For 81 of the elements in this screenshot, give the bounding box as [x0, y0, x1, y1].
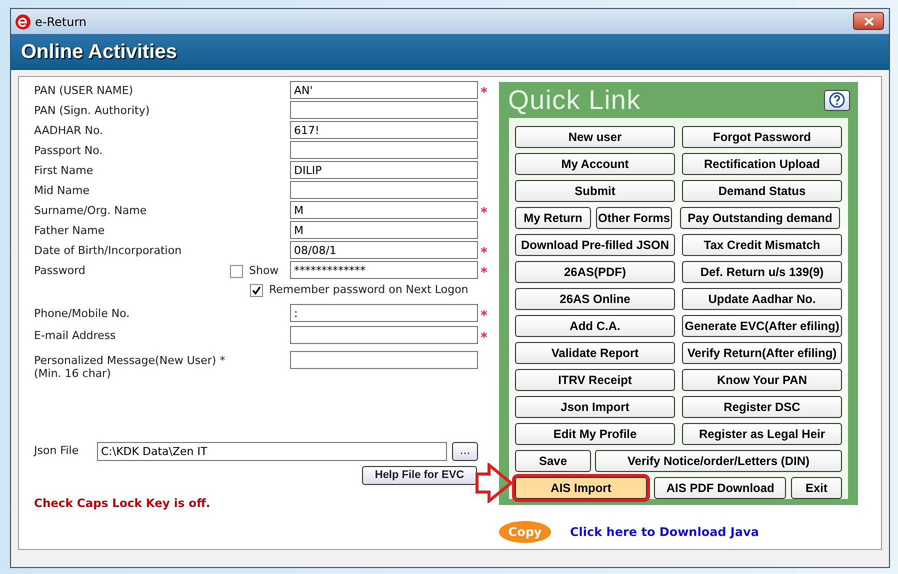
arrow-drawing: [475, 463, 513, 503]
quick-link-button[interactable]: Know Your PAN: [682, 369, 842, 391]
quick-link-button[interactable]: Other Forms: [596, 207, 672, 229]
close-icon: [864, 16, 874, 26]
quick-link-button[interactable]: 26AS(PDF): [515, 261, 675, 283]
quick-link-button[interactable]: Def. Return u/s 139(9): [682, 261, 842, 283]
field-label: PAN (USER NAME): [34, 83, 134, 97]
help-file-button[interactable]: Help File for EVC: [362, 466, 477, 485]
text-field[interactable]: [290, 326, 478, 344]
quick-link-button[interactable]: Register DSC: [682, 396, 842, 418]
quick-link-button[interactable]: 26AS Online: [515, 288, 675, 310]
caps-lock-message: Check Caps Lock Key is off.: [34, 495, 212, 512]
quick-link-button[interactable]: ITRV Receipt: [515, 369, 675, 391]
field-label: Surname/Org. Name: [34, 203, 148, 217]
required-icon: [481, 247, 487, 253]
field-label: Json File: [34, 442, 80, 459]
required-icon: [481, 267, 487, 273]
quick-link-button[interactable]: Verify Return(After efiling): [682, 342, 842, 364]
text-field[interactable]: 617!: [290, 121, 478, 139]
field-label: PAN (Sign. Authority): [34, 103, 151, 117]
text-field[interactable]: AN': [290, 81, 478, 99]
field-label: Father Name: [34, 223, 106, 237]
help-icon: [829, 92, 845, 108]
required-icon: [481, 332, 487, 338]
field-label: Personalized Message(New User) *(Min. 16 char): [34, 353, 226, 380]
browse-button[interactable]: ...: [452, 442, 478, 460]
quick-link-button[interactable]: Demand Status: [682, 180, 842, 202]
quick-link-button[interactable]: AIS Import: [515, 477, 647, 499]
quick-link-button[interactable]: Register as Legal Heir: [682, 423, 842, 445]
field-label: Mid Name: [34, 183, 90, 197]
field-label: Passport No.: [34, 143, 104, 157]
text-field[interactable]: 08/08/1: [290, 241, 478, 259]
quick-link-button[interactable]: Save: [515, 450, 591, 472]
quick-link-button[interactable]: Json Import: [515, 396, 675, 418]
help-button[interactable]: [824, 90, 850, 110]
quick-link-button[interactable]: Forgot Password: [682, 126, 842, 148]
quick-link-button[interactable]: Download Pre-filled JSON: [515, 234, 675, 256]
checkbox[interactable]: [250, 284, 263, 296]
text-field[interactable]: M: [290, 201, 478, 219]
field-label: AADHAR No.: [34, 123, 104, 137]
text-field[interactable]: :: [290, 304, 478, 322]
text-field[interactable]: DILIP: [290, 161, 478, 179]
quick-link-button[interactable]: New user: [515, 126, 675, 148]
panel-title: Quick Link: [508, 84, 641, 117]
quick-link-button[interactable]: Add C.A.: [515, 315, 675, 337]
quick-link-button[interactable]: Validate Report: [515, 342, 675, 364]
required-icon: [481, 207, 487, 213]
quick-link-button[interactable]: My Account: [515, 153, 675, 175]
text-field[interactable]: M: [290, 221, 478, 239]
quick-link-button[interactable]: Update Aadhar No.: [682, 288, 842, 310]
download-java-link[interactable]: Click here to Download Java: [570, 523, 759, 541]
quick-link-button[interactable]: Edit My Profile: [515, 423, 675, 445]
page-heading: Online Activities: [21, 40, 177, 65]
text-field[interactable]: [290, 141, 478, 159]
text-field[interactable]: [290, 101, 478, 119]
quick-link-button[interactable]: Rectification Upload: [682, 153, 842, 175]
quick-link-button[interactable]: Generate EVC(After efiling): [682, 315, 842, 337]
required-icon: [481, 87, 487, 93]
field-label: First Name: [34, 163, 94, 177]
field-label: E-mail Address: [34, 328, 117, 342]
field-label: Date of Birth/Incorporation: [34, 243, 183, 257]
close-button[interactable]: [853, 12, 884, 30]
quick-link-button[interactable]: Exit: [791, 477, 842, 499]
text-field[interactable]: *************: [290, 261, 478, 279]
checkbox-label: Remember password on Next Logon: [269, 282, 468, 298]
field-label: Phone/Mobile No.: [34, 306, 131, 320]
field-label: Password: [34, 263, 86, 277]
checkbox-label: Show: [249, 263, 279, 279]
quick-link-button[interactable]: Submit: [515, 180, 675, 202]
file-path-field[interactable]: C:\KDK Data\Zen IT: [97, 442, 447, 460]
window-title: e-Return: [35, 14, 87, 30]
required-icon: [481, 310, 487, 316]
text-field[interactable]: [290, 351, 478, 369]
quick-link-button[interactable]: Pay Outstanding demand: [680, 207, 840, 229]
quick-link-button[interactable]: Verify Notice/order/Letters (DIN): [595, 450, 842, 472]
quick-link-button[interactable]: My Return: [515, 207, 591, 229]
quick-link-button[interactable]: Tax Credit Mismatch: [682, 234, 842, 256]
text-field[interactable]: [290, 181, 478, 199]
checkbox[interactable]: [230, 264, 243, 278]
quick-link-button[interactable]: AIS PDF Download: [654, 477, 786, 499]
app-logo-icon: [15, 14, 31, 30]
